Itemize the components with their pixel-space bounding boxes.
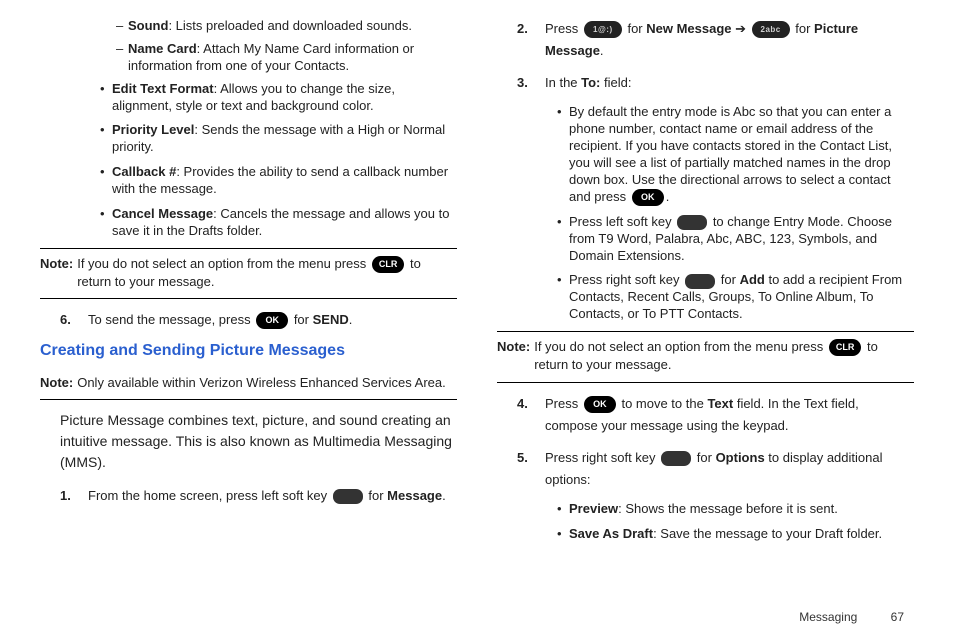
note-label: Note: <box>40 374 73 392</box>
step-text: In the To: field: <box>545 72 631 94</box>
bullet-item: • Press right soft key for Add to add a … <box>557 272 914 323</box>
footer-section: Messaging <box>799 610 857 624</box>
right-column: 2. Press 1@:) for New Message ➔ 2abc for… <box>497 18 914 551</box>
step-number: 6. <box>60 309 88 331</box>
dash-term: Sound <box>128 18 168 33</box>
note-body: If you do not select an option from the … <box>534 338 914 374</box>
dash-marker: – <box>116 18 128 35</box>
bullet-text: Press left soft key to change Entry Mode… <box>569 214 914 265</box>
numbered-step: 1. From the home screen, press left soft… <box>60 485 457 507</box>
bullet-text: Edit Text Format: Allows you to change t… <box>112 81 457 115</box>
left-column: – Sound: Lists preloaded and downloaded … <box>40 18 457 551</box>
soft-key-icon <box>685 274 715 289</box>
step-text: From the home screen, press left soft ke… <box>88 485 446 507</box>
bullet-item: • Priority Level: Sends the message with… <box>100 122 457 156</box>
note-block: Note: If you do not select an option fro… <box>497 331 914 383</box>
note-block: Note: If you do not select an option fro… <box>40 248 457 300</box>
note-body: If you do not select an option from the … <box>77 255 457 291</box>
paragraph: Picture Message combines text, picture, … <box>60 410 457 473</box>
bullet-item: • Press left soft key to change Entry Mo… <box>557 214 914 265</box>
step-number: 5. <box>517 447 545 491</box>
dash-item: – Name Card: Attach My Name Card informa… <box>116 41 457 75</box>
soft-key-icon <box>677 215 707 230</box>
bullet-marker: • <box>100 206 112 240</box>
bullet-marker: • <box>557 526 569 543</box>
bullet-marker: • <box>557 214 569 265</box>
numbered-step: 6. To send the message, press for SEND. <box>60 309 457 331</box>
bullet-marker: • <box>100 122 112 156</box>
footer-page-number: 67 <box>891 610 904 624</box>
clr-key-icon <box>829 339 862 356</box>
bullet-marker: • <box>557 501 569 518</box>
step-number: 3. <box>517 72 545 94</box>
bullet-marker: • <box>557 104 569 206</box>
bullet-marker: • <box>100 164 112 198</box>
ok-key-icon <box>584 396 616 413</box>
dash-text: Name Card: Attach My Name Card informati… <box>128 41 457 75</box>
bullet-item: • Save As Draft: Save the message to you… <box>557 526 914 543</box>
dash-marker: – <box>116 41 128 75</box>
section-heading: Creating and Sending Picture Messages <box>40 342 457 360</box>
step-text: Press 1@:) for New Message ➔ 2abc for Pi… <box>545 18 914 62</box>
bullet-text: Callback #: Provides the ability to send… <box>112 164 457 198</box>
step-number: 2. <box>517 18 545 62</box>
dash-text: Sound: Lists preloaded and downloaded so… <box>128 18 412 35</box>
bullet-item: • Edit Text Format: Allows you to change… <box>100 81 457 115</box>
step-text: To send the message, press for SEND. <box>88 309 352 331</box>
note-label: Note: <box>40 255 73 291</box>
bullet-text: Priority Level: Sends the message with a… <box>112 122 457 156</box>
bullet-marker: • <box>100 81 112 115</box>
step-number: 4. <box>517 393 545 437</box>
page-footer: Messaging 67 <box>799 610 904 624</box>
step-number: 1. <box>60 485 88 507</box>
numbered-step: 5. Press right soft key for Options to d… <box>517 447 914 491</box>
bullet-item: • Cancel Message: Cancels the message an… <box>100 206 457 240</box>
two-key-icon: 2abc <box>752 21 790 38</box>
soft-key-icon <box>333 489 363 504</box>
note-block: Note: Only available within Verizon Wire… <box>40 368 457 401</box>
note-label: Note: <box>497 338 530 374</box>
bullet-marker: • <box>557 272 569 323</box>
bullet-text: Press right soft key for Add to add a re… <box>569 272 914 323</box>
ok-key-icon <box>256 312 288 329</box>
numbered-step: 2. Press 1@:) for New Message ➔ 2abc for… <box>517 18 914 62</box>
dash-item: – Sound: Lists preloaded and downloaded … <box>116 18 457 35</box>
bullet-text: Preview: Shows the message before it is … <box>569 501 838 518</box>
ok-key-icon <box>632 189 664 206</box>
step-text: Press to move to the Text field. In the … <box>545 393 914 437</box>
bullet-text: By default the entry mode is Abc so that… <box>569 104 914 206</box>
document-page: – Sound: Lists preloaded and downloaded … <box>0 0 954 591</box>
numbered-step: 4. Press to move to the Text field. In t… <box>517 393 914 437</box>
note-body: Only available within Verizon Wireless E… <box>77 374 457 392</box>
bullet-text: Cancel Message: Cancels the message and … <box>112 206 457 240</box>
bullet-item: • Preview: Shows the message before it i… <box>557 501 914 518</box>
soft-key-icon <box>661 451 691 466</box>
dash-term: Name Card <box>128 41 197 56</box>
bullet-item: • By default the entry mode is Abc so th… <box>557 104 914 206</box>
one-key-icon: 1@:) <box>584 21 622 38</box>
clr-key-icon <box>372 256 405 273</box>
step-text: Press right soft key for Options to disp… <box>545 447 914 491</box>
bullet-item: • Callback #: Provides the ability to se… <box>100 164 457 198</box>
bullet-text: Save As Draft: Save the message to your … <box>569 526 882 543</box>
numbered-step: 3. In the To: field: <box>517 72 914 94</box>
